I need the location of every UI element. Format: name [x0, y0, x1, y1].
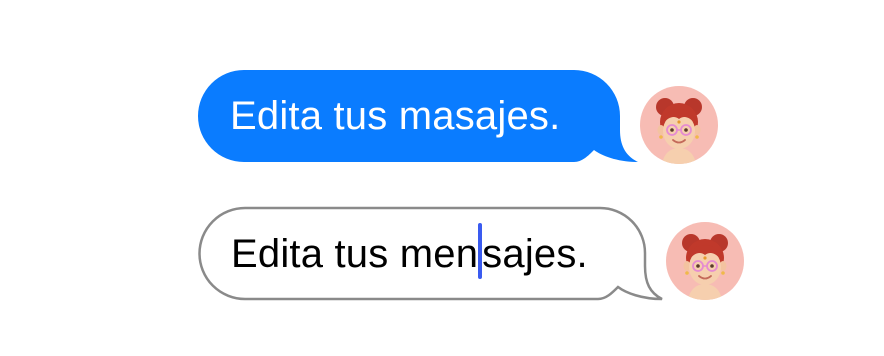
- text-after-caret: sajes.: [482, 232, 588, 276]
- sent-message-bubble[interactable]: Edita tus masajes.: [198, 70, 638, 162]
- text-before-caret: Edita tus men: [231, 232, 479, 276]
- editing-message-text[interactable]: Edita tus men sajes.: [231, 208, 588, 300]
- editing-message-bubble[interactable]: Edita tus men sajes.: [198, 206, 664, 301]
- memoji-avatar-icon: [666, 222, 744, 300]
- memoji-avatar-icon: [640, 86, 718, 164]
- sent-message-text: Edita tus masajes.: [230, 94, 561, 138]
- text-caret: [478, 223, 483, 280]
